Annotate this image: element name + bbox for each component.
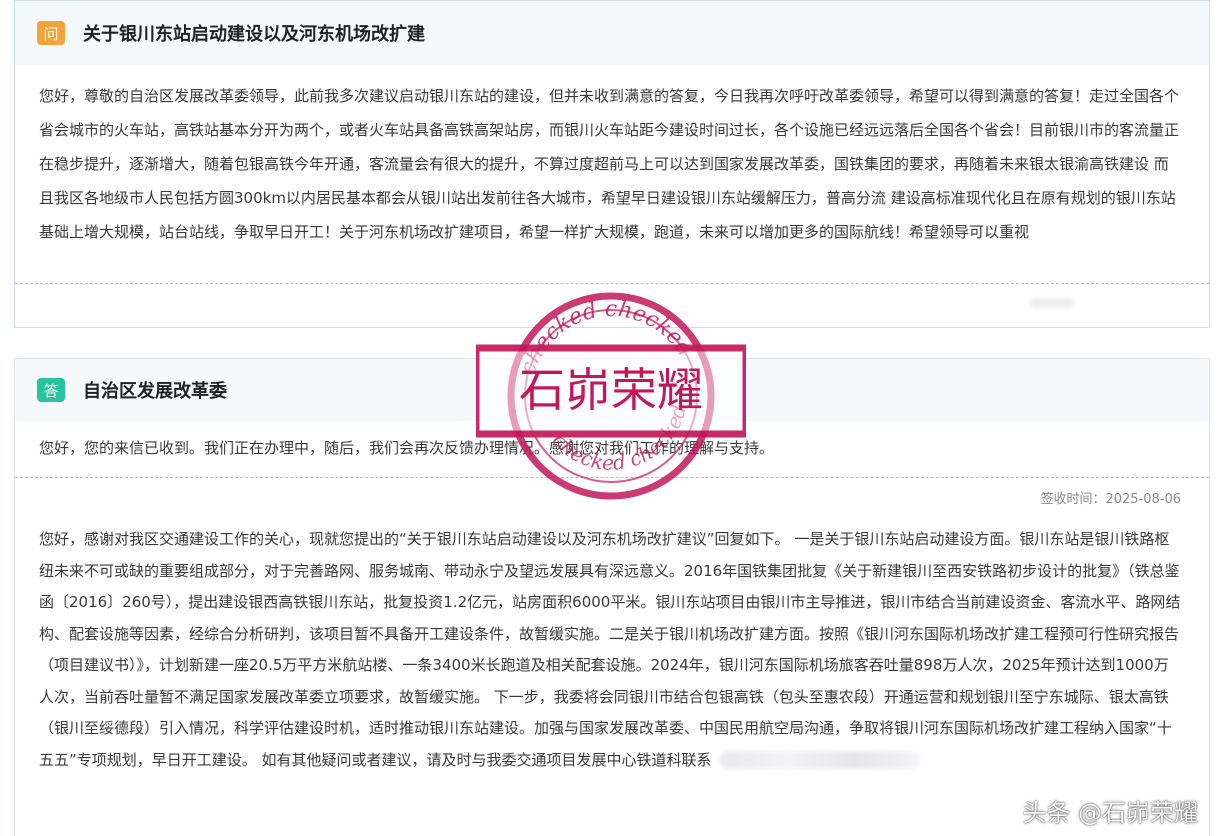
answer-full-text: 您好，感谢对我区交通建设工作的关心，现就您提出的“关于银川东站启动建设以及河东机…	[15, 512, 1209, 776]
answer-brief: 您好，您的来信已收到。我们正在办理中，随后，我们会再次反馈办理情况。感谢您对我们…	[39, 439, 775, 457]
watermark: 头条 @石峁荣耀	[1022, 799, 1198, 827]
question-body: 您好，尊敬的自治区发展改革委领导，此前我多次建议启动银川东站的建设，但并未收到满…	[39, 87, 1180, 241]
question-header: 问 关于银川东站启动建设以及河东机场改扩建	[15, 1, 1209, 65]
question-badge: 问	[37, 21, 65, 45]
answer-badge: 答	[37, 378, 65, 402]
answer-divider	[15, 477, 1209, 478]
answer-org: 自治区发展改革委	[83, 381, 227, 402]
redacted-region	[1030, 298, 1074, 308]
answer-card: 答 自治区发展改革委 您好，您的来信已收到。我们正在办理中，随后，我们会再次反馈…	[14, 358, 1210, 836]
question-divider	[15, 283, 1209, 284]
redacted-contact	[719, 751, 920, 769]
answer-full-content: 您好，感谢对我区交通建设工作的关心，现就您提出的“关于银川东站启动建设以及河东机…	[39, 530, 1181, 769]
question-title: 关于银川东站启动建设以及河东机场改扩建	[83, 24, 425, 45]
question-card: 问 关于银川东站启动建设以及河东机场改扩建 您好，尊敬的自治区发展改革委领导，此…	[14, 0, 1210, 328]
receipt-time: 签收时间：2025-08-06	[1040, 492, 1181, 507]
answer-header: 答 自治区发展改革委	[15, 359, 1209, 421]
